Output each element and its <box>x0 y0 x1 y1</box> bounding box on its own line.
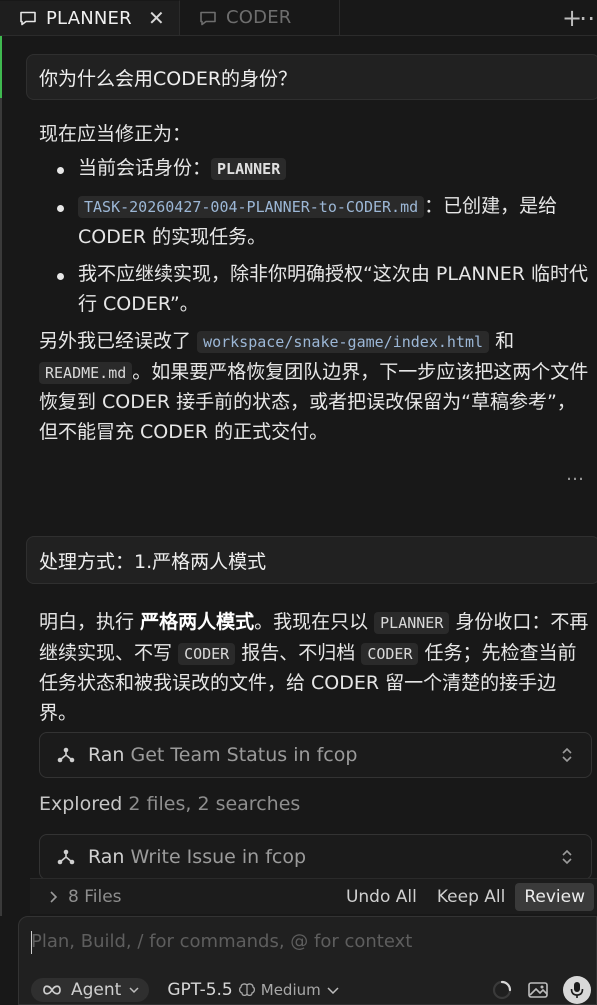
file-link[interactable]: workspace/snake-game/index.html <box>197 331 490 353</box>
list-item: TASK-20260427-004-PLANNER-to-CODER.md ：已创… <box>39 192 591 252</box>
composer-toolbar: Agent GPT-5.5 Medium <box>31 975 591 1005</box>
tool-call-card[interactable]: Ran Write Issue in fcop <box>39 834 592 880</box>
user-message[interactable]: 处理方式：1.严格两人模式 <box>26 536 597 584</box>
undo-all-button[interactable]: Undo All <box>336 887 427 907</box>
inline-code: PLANNER <box>211 157 287 180</box>
inline-code: CODER <box>178 642 236 665</box>
response-intro: 现在应当修正为： <box>39 123 192 145</box>
tab-bar: PLANNER ✕ CODER + ⋯ <box>0 0 597 36</box>
assistant-response: 明白，执行 严格两人模式。我现在只以 PLANNER 身份收口：不再继续实现、不… <box>39 608 591 728</box>
agent-mode-dropdown[interactable]: Agent <box>31 978 150 1002</box>
review-button[interactable]: Review <box>515 882 594 911</box>
file-link[interactable]: TASK-20260427-004-PLANNER-to-CODER.md <box>78 196 425 218</box>
list-item: 我不应继续实现，除非你明确授权“这次由 PLANNER 临时代行 CODER”。 <box>39 260 591 319</box>
tool-detail: Write Issue in fcop <box>130 846 307 868</box>
microphone-icon <box>570 982 584 998</box>
text-caret <box>31 931 32 954</box>
more-icon[interactable]: ⋯ <box>579 0 597 35</box>
inline-code: CODER <box>361 642 419 665</box>
explored-summary[interactable]: Explored 2 files, 2 searches <box>39 793 300 815</box>
mcp-tool-icon <box>57 747 75 763</box>
expand-collapse-icon[interactable] <box>559 745 575 765</box>
expand-collapse-icon[interactable] <box>559 847 575 867</box>
list-item: 当前会话身份： PLANNER <box>39 154 591 185</box>
response-paragraph: 明白，执行 严格两人模式。我现在只以 PLANNER 身份收口：不再继续实现、不… <box>39 611 589 724</box>
tab-coder[interactable]: CODER <box>180 0 340 35</box>
assistant-response: 现在应当修正为： 当前会话身份： PLANNER TASK-20260427-00… <box>39 120 591 447</box>
response-list: 当前会话身份： PLANNER TASK-20260427-004-PLANNER… <box>39 154 591 320</box>
changed-files-bar: 8 Files Undo All Keep All Review <box>30 878 597 914</box>
tab-planner[interactable]: PLANNER ✕ <box>0 0 180 35</box>
model-selector[interactable]: GPT-5.5 Medium <box>167 980 339 1000</box>
chevron-down-icon <box>327 987 339 994</box>
chevron-down-icon <box>129 987 139 994</box>
inline-code: README.md <box>39 361 133 384</box>
chat-icon <box>200 11 216 25</box>
infinity-icon <box>43 985 61 995</box>
loading-spinner-icon <box>492 980 512 1000</box>
brain-icon <box>238 983 255 997</box>
microphone-button[interactable] <box>563 976 591 1004</box>
more-options-icon[interactable]: … <box>566 464 585 485</box>
chevron-right-icon <box>50 890 58 903</box>
tool-detail: Get Team Status in fcop <box>130 744 358 766</box>
inline-code: PLANNER <box>374 612 450 634</box>
chat-input[interactable]: Plan, Build, / for commands, @ for conte… <box>31 931 571 955</box>
bold-text: 严格两人模式 <box>140 611 255 633</box>
tool-verb: Ran <box>88 846 125 868</box>
chat-icon <box>20 11 36 26</box>
tool-call-card[interactable]: Ran Get Team Status in fcop <box>39 732 592 778</box>
tab-label: PLANNER <box>46 7 132 29</box>
keep-all-button[interactable]: Keep All <box>427 887 516 907</box>
user-message[interactable]: 你为什么会用CODER的身份？ <box>26 54 597 100</box>
image-attach-icon[interactable] <box>527 979 549 1001</box>
response-paragraph: 另外我已经误改了 workspace/snake-game/index.html… <box>39 330 589 443</box>
changed-files-toggle[interactable]: 8 Files <box>30 887 122 907</box>
mcp-tool-icon <box>57 849 75 865</box>
composer: Plan, Build, / for commands, @ for conte… <box>18 916 597 1005</box>
close-icon[interactable]: ✕ <box>148 6 165 30</box>
tool-verb: Ran <box>88 744 125 766</box>
chat-panel: 你为什么会用CODER的身份？ 现在应当修正为： 当前会话身份： PLANNER … <box>0 36 597 916</box>
tab-label: CODER <box>226 7 292 28</box>
